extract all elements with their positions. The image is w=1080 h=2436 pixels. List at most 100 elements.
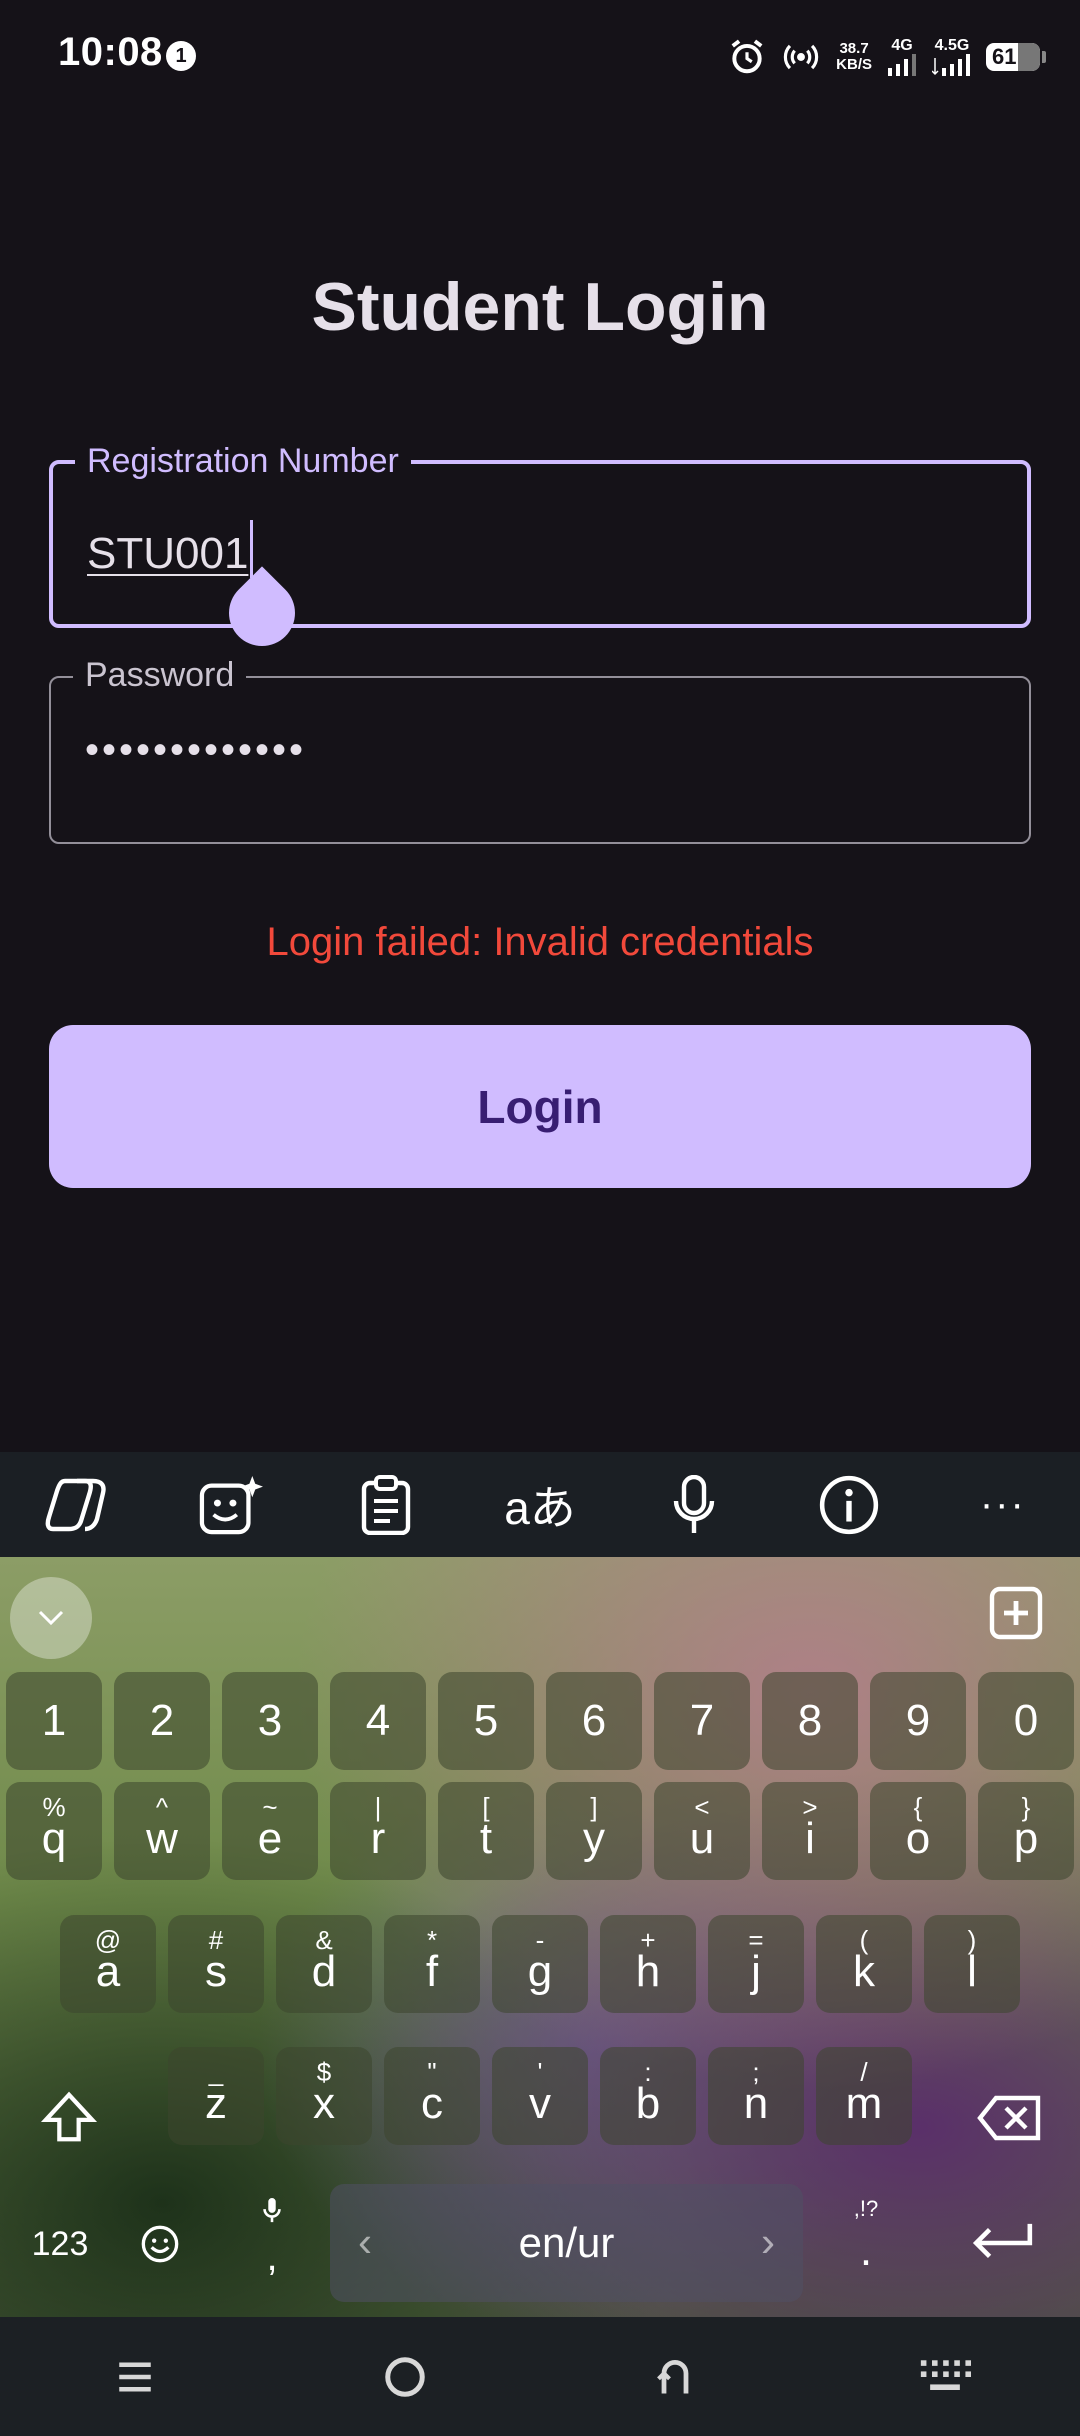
key-m[interactable]: / m <box>816 2047 912 2145</box>
registration-number-value[interactable]: STU001 <box>87 520 254 579</box>
key-b[interactable]: :b <box>600 2047 696 2145</box>
space-label: en/ur <box>518 2219 615 2266</box>
key-label: l <box>967 1947 977 1996</box>
key-z[interactable]: _ z <box>168 2047 264 2145</box>
battery-icon: 61 <box>986 43 1046 71</box>
period-label: . <box>859 2226 873 2275</box>
key-label: b <box>635 2079 661 2128</box>
key-e[interactable]: ~ e <box>222 1782 318 1880</box>
key-g[interactable]: -g <box>492 1915 588 2013</box>
password-field[interactable]: Password ••••••••••••• <box>49 656 1031 844</box>
key-x[interactable]: $ x <box>276 2047 372 2145</box>
key-8[interactable]: 8 <box>762 1672 858 1770</box>
status-bar: 10:08 1 38.7 KB/S 4G 4.5G 61 <box>0 0 1080 115</box>
key-label: t <box>479 1814 493 1863</box>
key-w[interactable]: ^ w <box>114 1782 210 1880</box>
key-label: q <box>41 1814 67 1863</box>
emoji-key[interactable] <box>120 2184 200 2302</box>
status-icons: 38.7 KB/S 4G 4.5G 61 <box>728 34 1046 80</box>
comma-label: , <box>266 2235 278 2279</box>
key-c[interactable]: " c <box>384 2047 480 2145</box>
key-6[interactable]: 6 <box>546 1672 642 1770</box>
key-label: 2 <box>149 1696 175 1745</box>
network-speed: 38.7 KB/S <box>836 41 872 73</box>
key-label: y <box>583 1814 605 1863</box>
enter-key[interactable] <box>948 2184 1058 2302</box>
key-label: s <box>205 1947 227 1996</box>
key-l[interactable]: ) l <box>924 1915 1020 2013</box>
key-label: d <box>311 1947 337 1996</box>
microphone-icon[interactable] <box>654 1465 734 1545</box>
key-label: h <box>635 1947 661 1996</box>
key-label: 0 <box>1013 1696 1039 1745</box>
key-label: f <box>425 1947 439 1996</box>
period-key[interactable]: ,!? . <box>826 2184 906 2302</box>
key-r[interactable]: | r <box>330 1782 426 1880</box>
key-o[interactable]: {o <box>870 1782 966 1880</box>
key-i[interactable]: > i <box>762 1782 858 1880</box>
emoji-sticker-icon[interactable] <box>191 1465 271 1545</box>
key-3[interactable]: 3 <box>222 1672 318 1770</box>
key-5[interactable]: 5 <box>438 1672 534 1770</box>
password-value[interactable]: ••••••••••••• <box>85 728 306 773</box>
key-7[interactable]: 7 <box>654 1672 750 1770</box>
key-4[interactable]: 4 <box>330 1672 426 1770</box>
translate-glyph: aあ <box>504 1481 576 1534</box>
clipboard-icon[interactable] <box>346 1465 426 1545</box>
key-label: g <box>527 1947 553 1996</box>
menu-icon[interactable] <box>90 2332 180 2422</box>
registration-number-field[interactable]: Registration Number STU001 <box>49 442 1031 628</box>
login-button[interactable]: Login <box>49 1025 1031 1188</box>
signal-2: 4.5G <box>932 38 972 76</box>
status-time: 10:08 <box>58 30 163 74</box>
backspace-key[interactable] <box>962 2067 1062 2165</box>
info-icon[interactable] <box>809 1465 889 1545</box>
key-9[interactable]: 9 <box>870 1672 966 1770</box>
key-label: j <box>751 1947 761 1996</box>
key-1[interactable]: 1 <box>6 1672 102 1770</box>
key-n[interactable]: ; n <box>708 2047 804 2145</box>
keyboard-switch-icon[interactable] <box>900 2332 990 2422</box>
key-v[interactable]: ' v <box>492 2047 588 2145</box>
key-s[interactable]: # s <box>168 1915 264 2013</box>
key-u[interactable]: < u <box>654 1782 750 1880</box>
keyboard-toolbar: aあ ··· <box>0 1452 1080 1557</box>
numbers-toggle-key[interactable]: 123 <box>10 2184 110 2302</box>
key-label: k <box>853 1947 875 1996</box>
key-2[interactable]: 2 <box>114 1672 210 1770</box>
more-icon[interactable]: ··· <box>963 1465 1043 1545</box>
error-message: Login failed: Invalid credentials <box>266 920 814 964</box>
key-0[interactable]: 0 <box>978 1672 1074 1770</box>
chevron-down-icon[interactable] <box>10 1577 92 1659</box>
back-icon[interactable] <box>630 2332 720 2422</box>
key-y[interactable]: ] y <box>546 1782 642 1880</box>
key-label: 4 <box>365 1696 391 1745</box>
battery-empty-portion <box>1018 43 1040 71</box>
add-sticker-icon[interactable] <box>988 1585 1044 1641</box>
key-label: 7 <box>689 1696 715 1745</box>
key-a[interactable]: @ a <box>60 1915 156 2013</box>
translate-icon[interactable]: aあ <box>500 1465 580 1545</box>
key-t[interactable]: [t <box>438 1782 534 1880</box>
shift-key[interactable] <box>20 2067 116 2165</box>
network-type-1: 4G <box>891 37 913 54</box>
key-q[interactable]: % q <box>6 1782 102 1880</box>
key-j[interactable]: = j <box>708 1915 804 2013</box>
alarm-icon <box>731 39 763 74</box>
notification-badge: 1 <box>166 41 196 71</box>
page-title: Student Login <box>311 269 769 345</box>
key-p[interactable]: } p <box>978 1782 1074 1880</box>
key-h[interactable]: + h <box>600 1915 696 2013</box>
space-key[interactable]: ‹ en/ur › <box>330 2184 803 2302</box>
key-label: x <box>313 2079 335 2128</box>
home-icon[interactable] <box>360 2332 450 2422</box>
key-d[interactable]: & d <box>276 1915 372 2013</box>
key-label: w <box>146 1814 178 1863</box>
key-label: m <box>845 2079 883 2128</box>
copilot-icon[interactable] <box>37 1465 117 1545</box>
key-k[interactable]: (k <box>816 1915 912 2013</box>
signal-1: 4G <box>886 38 918 76</box>
comma-key[interactable]: , <box>232 2184 312 2302</box>
key-f[interactable]: * f <box>384 1915 480 2013</box>
registration-number-label: Registration Number <box>75 442 411 481</box>
